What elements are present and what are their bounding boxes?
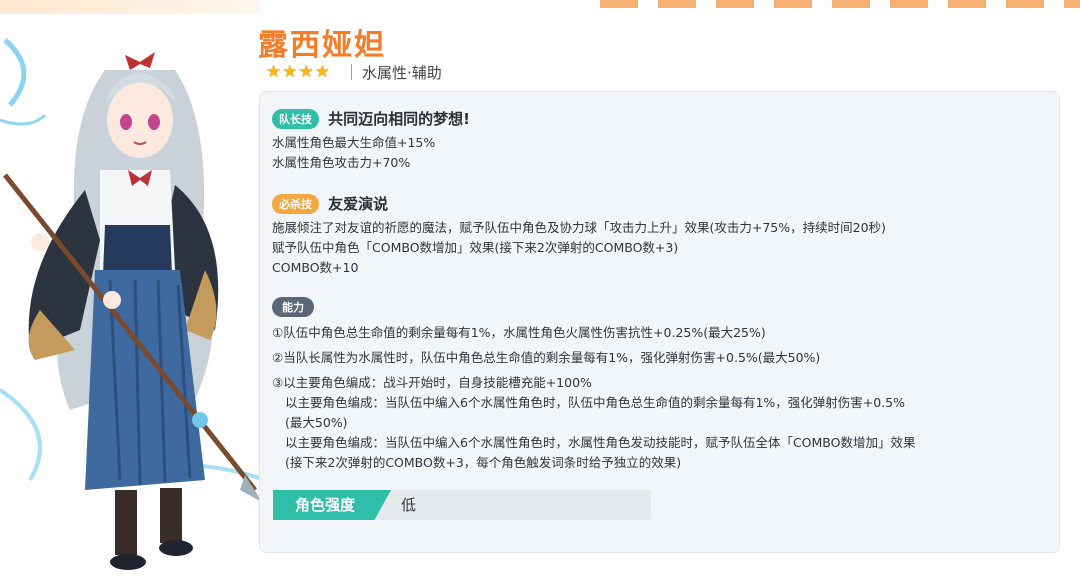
special-skill-name: 友爱演说	[328, 195, 389, 213]
special-skill-section: 必杀技 友爱演说 施展倾注了对友谊的祈愿的魔法，赋予队伍中角色及协力球「攻击力上…	[272, 193, 886, 278]
strength-rating-value: 低	[401, 496, 417, 514]
leader-skill-section: 队长技 共同迈向相同的梦想! 水属性角色最大生命值+15% 水属性角色攻击力+7…	[272, 108, 470, 173]
star-icon: ★	[282, 62, 298, 82]
strength-rating-label: 角色强度	[273, 490, 391, 520]
star-icon: ★	[314, 62, 330, 82]
skill-panel: 队长技 共同迈向相同的梦想! 水属性角色最大生命值+15% 水属性角色攻击力+7…	[259, 91, 1060, 553]
leader-skill-name: 共同迈向相同的梦想!	[328, 110, 470, 128]
character-name: 露西娅妲	[258, 28, 386, 63]
character-illustration	[0, 10, 270, 576]
ability-line: (接下来2次弹射的COMBO数+3，每个角色触发词条时给予独立的效果)	[285, 454, 682, 470]
abilities-tag: 能力	[272, 296, 314, 317]
ability-line: ②当队长属性为水属性时，队伍中角色总生命值的剩余量每有1%，强化弹射伤害+0.5…	[272, 349, 821, 365]
leader-skill-tag: 队长技	[272, 108, 319, 129]
star-icon: ★	[298, 62, 314, 82]
star-icon: ★	[266, 62, 282, 82]
ability-line: 以主要角色编成：当队伍中编入6个水属性角色时，队伍中角色总生命值的剩余量每有1%…	[285, 394, 906, 410]
character-attribute: 水属性·辅助	[362, 64, 442, 82]
special-skill-line: COMBO数+10	[272, 260, 359, 275]
special-skill-line: 施展倾注了对友谊的祈愿的魔法，赋予队伍中角色及协力球「攻击力上升」效果(攻击力+…	[272, 220, 886, 235]
ability-line: 以主要角色编成：当队伍中编入6个水属性角色时，水属性角色发动技能时，赋予队伍全体…	[285, 434, 916, 450]
ability-line: (最大50%)	[285, 414, 348, 430]
divider	[351, 64, 352, 80]
special-skill-tag: 必杀技	[272, 193, 319, 214]
character-art-icon	[0, 38, 266, 570]
strength-rating-bar: 角色强度 低	[273, 490, 651, 520]
ability-line: ①队伍中角色总生命值的剩余量每有1%，水属性角色火属性伤害抗性+0.25%(最大…	[272, 324, 766, 340]
top-banner-strip	[600, 0, 1080, 8]
leader-skill-line: 水属性角色最大生命值+15%	[272, 135, 436, 150]
special-skill-line: 赋予队伍中角色「COMBO数增加」效果(接下来2次弹射的COMBO数+3)	[272, 240, 679, 255]
rarity-stars: ★ ★ ★ ★	[266, 62, 330, 82]
abilities-section: 能力 ①队伍中角色总生命值的剩余量每有1%，水属性角色火属性伤害抗性+0.25%…	[272, 296, 916, 473]
ability-line: ③以主要角色编成：战斗开始时，自身技能槽充能+100%	[272, 374, 592, 390]
leader-skill-line: 水属性角色攻击力+70%	[272, 155, 411, 170]
